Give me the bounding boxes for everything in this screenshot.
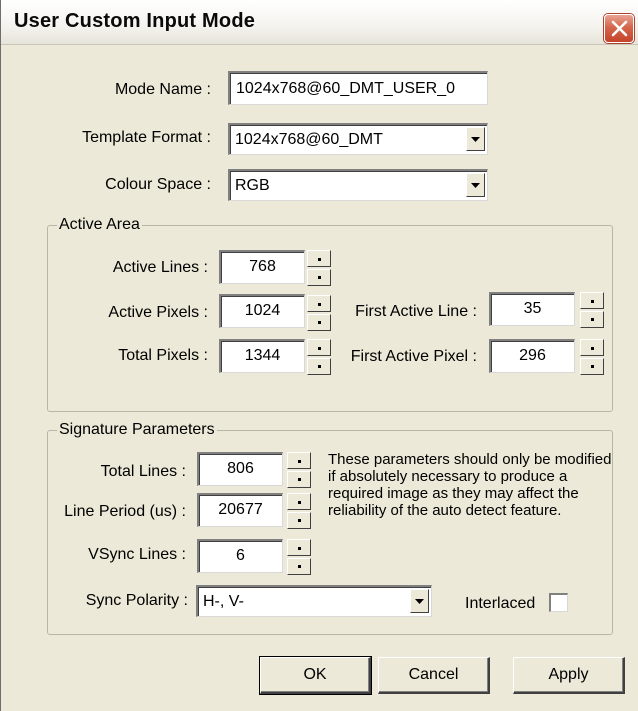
- dialog-window: User Custom Input Mode Mode Name : 1024x…: [0, 0, 638, 711]
- total-pixels-spinner[interactable]: [307, 339, 331, 375]
- line-period-label: Line Period (us) :: [64, 503, 186, 520]
- line-period-spinner[interactable]: [287, 493, 311, 529]
- colour-space-label: Colour Space :: [105, 176, 211, 193]
- spin-up-icon[interactable]: [307, 250, 331, 267]
- spin-down-icon[interactable]: [287, 558, 311, 575]
- template-format-dropdown-button[interactable]: [466, 127, 485, 151]
- first-active-line-spinner[interactable]: [580, 292, 604, 328]
- total-pixels-label: Total Pixels :: [118, 347, 208, 364]
- line-period-input[interactable]: 20677: [197, 493, 283, 527]
- spin-down-icon[interactable]: [287, 512, 311, 529]
- active-lines-label: Active Lines :: [112, 259, 208, 276]
- vsync-lines-label: VSync Lines :: [88, 546, 186, 563]
- cancel-button[interactable]: Cancel: [378, 657, 490, 694]
- spin-down-icon[interactable]: [287, 471, 311, 488]
- spin-up-icon[interactable]: [287, 493, 311, 510]
- sync-polarity-select[interactable]: H-, V-: [196, 585, 432, 617]
- close-icon: [611, 20, 628, 37]
- chevron-down-icon: [415, 599, 424, 604]
- colour-space-dropdown-button[interactable]: [466, 173, 485, 197]
- spin-up-icon[interactable]: [287, 452, 311, 469]
- total-pixels-input[interactable]: 1344: [219, 339, 305, 373]
- spin-down-icon[interactable]: [580, 358, 604, 375]
- spin-up-icon[interactable]: [580, 339, 604, 356]
- spin-up-icon[interactable]: [307, 339, 331, 356]
- total-lines-input[interactable]: 806: [197, 452, 283, 486]
- mode-name-input[interactable]: 1024x768@60_DMT_USER_0: [228, 71, 488, 105]
- spin-up-icon[interactable]: [580, 292, 604, 309]
- active-lines-input[interactable]: 768: [219, 250, 305, 284]
- active-area-title: Active Area: [57, 216, 142, 234]
- first-active-line-label: First Active Line :: [355, 303, 477, 320]
- colour-space-value: RGB: [235, 177, 270, 194]
- active-pixels-spinner[interactable]: [307, 295, 331, 331]
- first-active-pixel-input[interactable]: 296: [489, 339, 575, 373]
- vsync-lines-spinner[interactable]: [287, 539, 311, 575]
- template-format-select[interactable]: 1024x768@60_DMT: [228, 123, 488, 155]
- spin-down-icon[interactable]: [580, 311, 604, 328]
- mode-name-label: Mode Name :: [114, 81, 211, 98]
- spin-up-icon[interactable]: [307, 295, 331, 312]
- interlaced-label: Interlaced: [465, 595, 536, 612]
- spin-down-icon[interactable]: [307, 314, 331, 331]
- active-pixels-input[interactable]: 1024: [219, 294, 305, 328]
- template-format-label: Template Format :: [82, 129, 211, 146]
- signature-parameters-title: Signature Parameters: [57, 421, 217, 439]
- spin-up-icon[interactable]: [287, 539, 311, 556]
- ok-button[interactable]: OK: [259, 656, 372, 695]
- template-format-value: 1024x768@60_DMT: [235, 131, 383, 148]
- title-bar[interactable]: User Custom Input Mode: [1, 0, 638, 45]
- interlaced-checkbox[interactable]: [549, 593, 568, 612]
- window-title: User Custom Input Mode: [14, 10, 256, 32]
- spin-down-icon[interactable]: [307, 358, 331, 375]
- chevron-down-icon: [471, 183, 480, 188]
- first-active-pixel-spinner[interactable]: [580, 339, 604, 375]
- first-active-line-input[interactable]: 35: [489, 292, 575, 326]
- sync-polarity-label: Sync Polarity :: [85, 592, 188, 609]
- close-button[interactable]: [604, 14, 634, 43]
- first-active-pixel-label: First Active Pixel :: [350, 348, 477, 365]
- total-lines-label: Total Lines :: [100, 463, 186, 480]
- chevron-down-icon: [471, 137, 480, 142]
- active-lines-spinner[interactable]: [307, 250, 331, 286]
- spin-down-icon[interactable]: [307, 269, 331, 286]
- total-lines-spinner[interactable]: [287, 452, 311, 488]
- vsync-lines-input[interactable]: 6: [197, 539, 283, 573]
- warning-note: These parameters should only be modified…: [328, 451, 612, 519]
- sync-polarity-dropdown-button[interactable]: [410, 589, 429, 613]
- apply-button[interactable]: Apply: [513, 657, 625, 694]
- active-pixels-label: Active Pixels :: [108, 304, 208, 321]
- colour-space-select[interactable]: RGB: [228, 169, 488, 201]
- sync-polarity-value: H-, V-: [203, 593, 244, 610]
